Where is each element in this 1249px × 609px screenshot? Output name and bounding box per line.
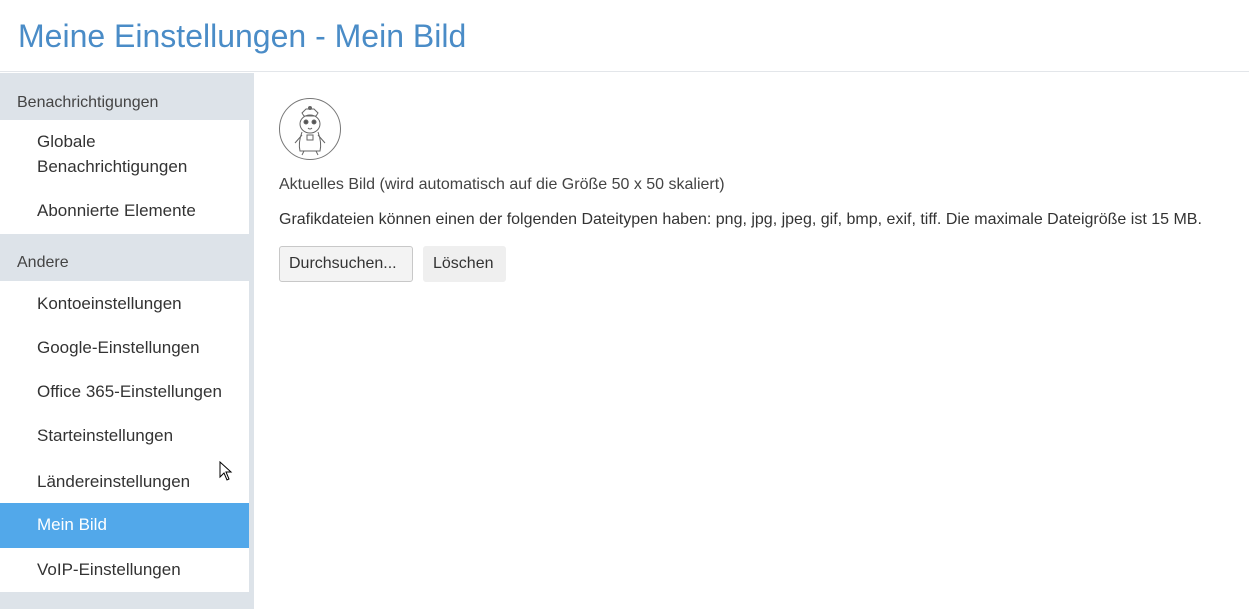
avatar-drawing	[294, 106, 326, 156]
sidebar-item-account-settings[interactable]: Kontoeinstellungen	[0, 281, 249, 325]
sidebar: Benachrichtigungen Globale Benachrichtig…	[0, 73, 254, 609]
sidebar-section-header-other: Andere	[0, 234, 249, 281]
sidebar-item-google-settings[interactable]: Google-Einstellungen	[0, 325, 249, 370]
sidebar-item-start-settings[interactable]: Starteinstellungen	[0, 414, 249, 459]
current-image-label: Aktuelles Bild (wird automatisch auf die…	[279, 176, 725, 193]
sidebar-nav: Benachrichtigungen Globale Benachrichtig…	[0, 73, 249, 609]
user-avatar-drawing-icon	[279, 98, 341, 160]
main-content: Aktuelles Bild (wird automatisch auf die…	[254, 73, 1249, 609]
file-types-info: Grafikdateien können einen der folgenden…	[279, 211, 1202, 228]
sidebar-item-my-picture[interactable]: Mein Bild	[0, 503, 249, 548]
sidebar-section-header-notifications: Benachrichtigungen	[0, 93, 249, 119]
sidebar-item-global-notifications[interactable]: Globale Benachrichtigungen	[0, 120, 249, 187]
delete-button[interactable]: Löschen	[423, 246, 506, 282]
sidebar-item-locale-settings[interactable]: Ländereinstellungen	[0, 459, 249, 503]
sidebar-item-office365-settings[interactable]: Office 365-Einstellungen	[0, 370, 249, 414]
page-header: Meine Einstellungen - Mein Bild	[0, 0, 1249, 72]
page-title: Meine Einstellungen - Mein Bild	[18, 18, 467, 54]
sidebar-item-subscribed-elements[interactable]: Abonnierte Elemente	[0, 187, 249, 234]
sidebar-item-voip-settings[interactable]: VoIP-Einstellungen	[0, 548, 249, 592]
browse-button[interactable]: Durchsuchen...	[279, 246, 413, 282]
mouse-cursor-icon	[219, 461, 233, 481]
